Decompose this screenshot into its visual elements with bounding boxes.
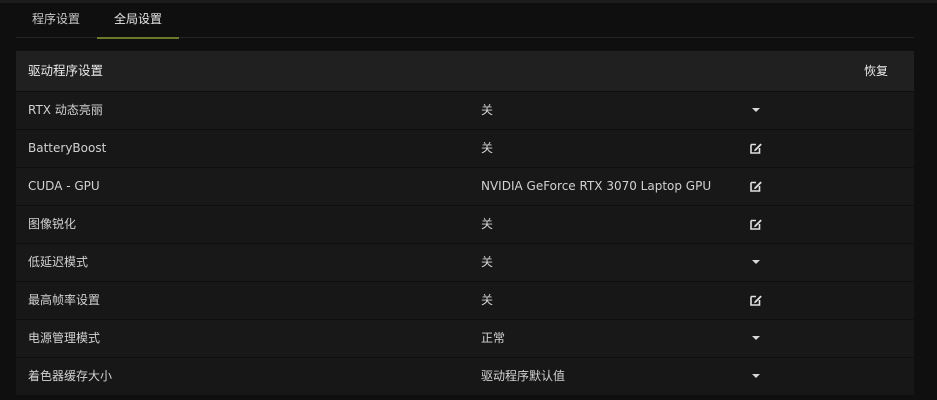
setting-row[interactable]: 低延迟模式 关 — [16, 243, 914, 281]
setting-name: CUDA - GPU — [28, 179, 100, 193]
setting-row[interactable]: CUDA - GPU NVIDIA GeForce RTX 3070 Lapto… — [16, 167, 914, 205]
setting-name: 图像锐化 — [28, 217, 77, 231]
reset-button[interactable]: 恢复 — [864, 51, 888, 91]
setting-value: 关 — [481, 103, 494, 117]
setting-value: 驱动程序默认值 — [481, 369, 566, 383]
dropdown-button[interactable] — [746, 100, 766, 120]
caret-down-icon — [752, 336, 760, 340]
settings-tabs: 程序设置 全局设置 — [16, 4, 914, 39]
setting-name: 着色器缓存大小 — [28, 369, 113, 383]
setting-value: 关 — [481, 141, 494, 155]
dropdown-button[interactable] — [746, 328, 766, 348]
setting-value: 关 — [481, 255, 494, 269]
panel-title: 驱动程序设置 — [28, 63, 104, 78]
tab-program-settings[interactable]: 程序设置 — [16, 4, 96, 38]
setting-value: 正常 — [481, 331, 506, 345]
top-divider — [0, 0, 937, 3]
setting-row[interactable]: 最高帧率设置 关 — [16, 281, 914, 319]
driver-settings-panel: 驱动程序设置 恢复 RTX 动态亮丽 关 BatteryBoost 关 CUDA… — [16, 51, 914, 395]
tab-global-settings[interactable]: 全局设置 — [97, 4, 179, 39]
setting-row[interactable]: 电源管理模式 正常 — [16, 319, 914, 357]
setting-row[interactable]: BatteryBoost 关 — [16, 129, 914, 167]
setting-name: 低延迟模式 — [28, 255, 89, 269]
setting-row[interactable]: 着色器缓存大小 驱动程序默认值 — [16, 357, 914, 395]
setting-row[interactable]: 图像锐化 关 — [16, 205, 914, 243]
edit-button[interactable] — [746, 214, 766, 234]
caret-down-icon — [752, 374, 760, 378]
settings-list: RTX 动态亮丽 关 BatteryBoost 关 CUDA - GPU NVI… — [16, 91, 914, 395]
dropdown-button[interactable] — [746, 252, 766, 272]
setting-name: 最高帧率设置 — [28, 293, 101, 307]
setting-name: 电源管理模式 — [28, 331, 101, 345]
edit-icon — [750, 143, 762, 154]
dropdown-button[interactable] — [746, 366, 766, 386]
setting-value: 关 — [481, 293, 494, 307]
edit-button[interactable] — [746, 138, 766, 158]
setting-value: 关 — [481, 217, 494, 231]
edit-icon — [750, 295, 762, 306]
edit-button[interactable] — [746, 290, 766, 310]
panel-header: 驱动程序设置 恢复 — [16, 51, 914, 91]
edit-icon — [750, 219, 762, 230]
edit-button[interactable] — [746, 176, 766, 196]
caret-down-icon — [752, 108, 760, 112]
setting-value: NVIDIA GeForce RTX 3070 Laptop GPU — [481, 179, 712, 193]
setting-name: RTX 动态亮丽 — [28, 103, 103, 117]
caret-down-icon — [752, 260, 760, 264]
setting-name: BatteryBoost — [28, 141, 107, 155]
setting-row[interactable]: RTX 动态亮丽 关 — [16, 91, 914, 129]
edit-icon — [750, 181, 762, 192]
